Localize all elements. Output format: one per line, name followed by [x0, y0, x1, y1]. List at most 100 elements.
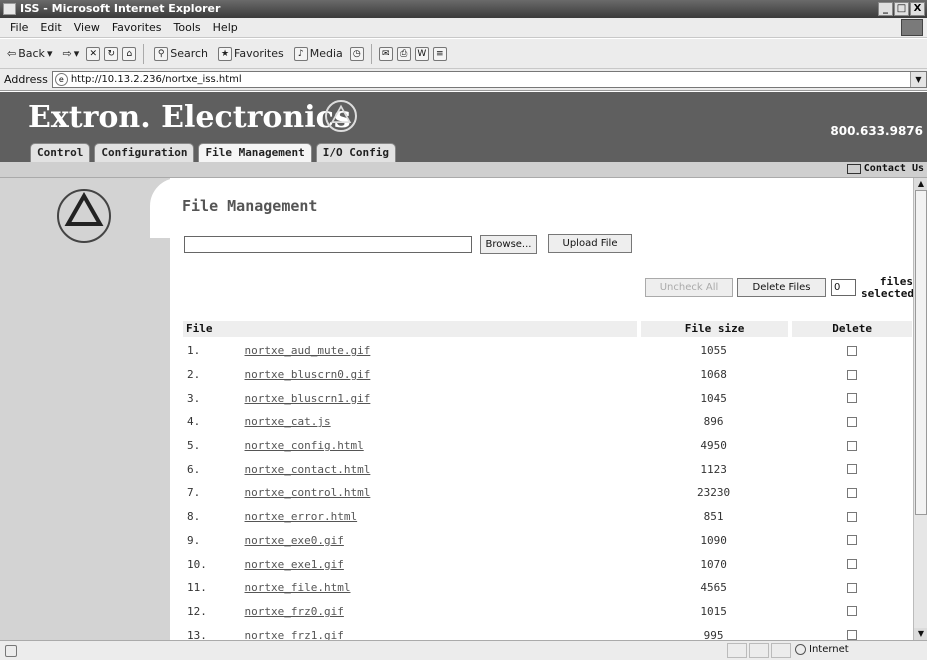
scroll-thumb[interactable] [915, 190, 927, 515]
vertical-scrollbar[interactable]: ▲ ▼ [913, 178, 927, 640]
file-size: 4950 [700, 439, 727, 453]
file-link[interactable]: nortxe_bluscrn0.gif [245, 368, 635, 381]
back-button[interactable]: ⇦ Back ▾ [4, 47, 55, 60]
file-link[interactable]: nortxe_aud_mute.gif [245, 344, 635, 357]
edit-word-icon[interactable]: W [414, 46, 429, 61]
search-button[interactable]: ⚲ Search [151, 46, 211, 61]
minimize-button[interactable]: _ [878, 2, 893, 16]
file-table-header: File File size Delete [183, 321, 913, 337]
file-link[interactable]: nortxe_exe0.gif [245, 534, 635, 547]
main-content: File Management Browse... Upload File Un… [170, 178, 913, 640]
menu-favorites[interactable]: Favorites [106, 21, 168, 34]
scroll-down-icon[interactable]: ▼ [914, 628, 927, 640]
delete-checkbox[interactable] [847, 511, 858, 522]
window-title: ISS - Microsoft Internet Explorer [20, 2, 221, 15]
maximize-button[interactable]: □ [894, 2, 909, 16]
menu-help[interactable]: Help [207, 21, 244, 34]
browse-button[interactable]: Browse... [480, 235, 537, 254]
forward-button[interactable]: ⇨ ▾ [59, 47, 82, 60]
tab-io-config[interactable]: I/O Config [315, 143, 397, 162]
delete-checkbox[interactable] [847, 487, 858, 498]
upload-file-button[interactable]: Upload File [548, 234, 632, 253]
status-cell [771, 643, 791, 658]
delete-checkbox[interactable] [847, 630, 858, 640]
file-size: 4565 [700, 581, 727, 595]
tab-control[interactable]: Control [30, 143, 91, 162]
extron-logo-icon [325, 100, 357, 132]
back-arrow-icon: ⇦ [7, 47, 17, 60]
file-link[interactable]: nortxe_exe1.gif [245, 558, 635, 571]
file-table-body: 1. nortxe_aud_mute.gif 1055 2. nortxe_blusc… [183, 339, 912, 640]
tab-file-management[interactable]: File Management [198, 143, 312, 162]
print-icon[interactable]: ⎙ [396, 46, 411, 61]
delete-checkbox[interactable] [847, 582, 858, 593]
menu-edit[interactable]: Edit [34, 21, 67, 34]
row-number: 9. [187, 533, 201, 547]
dropdown-arrow-icon: ▾ [46, 47, 53, 60]
row-number: 11. [187, 581, 207, 595]
toolbar-separator [143, 43, 145, 64]
delete-files-button[interactable]: Delete Files [737, 278, 826, 297]
delete-checkbox[interactable] [847, 369, 858, 380]
menu-view[interactable]: View [68, 21, 106, 34]
table-row: 11. nortxe_file.html 4565 [183, 576, 912, 600]
table-row: 13. nortxe_frz1.gif 995 [183, 623, 912, 640]
menu-tools[interactable]: Tools [168, 21, 207, 34]
file-link[interactable]: nortxe_file.html [245, 581, 635, 594]
file-size: 1055 [700, 344, 727, 358]
row-number: 3. [187, 391, 201, 405]
delete-checkbox[interactable] [847, 393, 858, 404]
table-row: 3. nortxe_bluscrn1.gif 1045 [183, 386, 912, 410]
file-link[interactable]: nortxe_config.html [245, 439, 635, 452]
delete-checkbox[interactable] [847, 606, 858, 617]
row-number: 1. [187, 344, 201, 358]
files-selected-text: files selected [861, 275, 913, 300]
stop-icon[interactable]: ✕ [86, 46, 101, 61]
chevron-down-icon[interactable]: ▼ [910, 72, 926, 87]
table-row: 1. nortxe_aud_mute.gif 1055 [183, 339, 912, 363]
contact-us-link[interactable]: Contact Us [846, 163, 924, 174]
media-button[interactable]: ♪ Media [291, 46, 346, 61]
file-size: 1070 [700, 557, 727, 571]
delete-checkbox[interactable] [847, 559, 858, 570]
delete-checkbox[interactable] [847, 416, 858, 427]
mail-icon[interactable]: ✉ [378, 46, 393, 61]
file-link[interactable]: nortxe_frz1.gif [245, 629, 635, 640]
file-link[interactable]: nortxe_control.html [245, 486, 635, 499]
file-link[interactable]: nortxe_contact.html [245, 463, 635, 476]
status-bar: Internet [0, 640, 927, 660]
delete-checkbox[interactable] [847, 535, 858, 546]
tab-configuration[interactable]: Configuration [94, 143, 195, 162]
uncheck-all-button[interactable]: Uncheck All [645, 278, 733, 297]
address-label: Address [4, 73, 48, 86]
discuss-icon[interactable]: ≡ [432, 46, 447, 61]
refresh-icon[interactable]: ↻ [104, 46, 119, 61]
home-icon[interactable]: ⌂ [122, 46, 137, 61]
history-icon[interactable]: ◷ [349, 46, 364, 61]
delete-checkbox[interactable] [847, 345, 858, 356]
file-link[interactable]: nortxe_cat.js [245, 415, 635, 428]
file-size: 1090 [700, 533, 727, 547]
file-link[interactable]: nortxe_frz0.gif [245, 605, 635, 618]
phone-number: 800.633.9876 [830, 124, 923, 138]
delete-checkbox[interactable] [847, 464, 858, 475]
file-path-input[interactable] [184, 236, 472, 253]
menu-bar: File Edit View Favorites Tools Help [0, 18, 927, 38]
page-status-icon [5, 645, 17, 657]
nav-tabs: Control Configuration File Management I/… [30, 143, 397, 162]
scroll-up-icon[interactable]: ▲ [914, 178, 927, 190]
delete-checkbox[interactable] [847, 440, 858, 451]
forward-arrow-icon: ⇨ [62, 47, 72, 60]
address-input[interactable]: e http://10.13.2.236/nortxe_iss.html ▼ [51, 71, 927, 88]
close-button[interactable]: X [910, 2, 925, 16]
service-support-solutions-logo [57, 189, 111, 243]
file-link[interactable]: nortxe_bluscrn1.gif [245, 392, 635, 405]
files-selected-label: files selected [861, 276, 913, 300]
file-link[interactable]: nortxe_error.html [245, 510, 635, 523]
favorites-button[interactable]: ★ Favorites [215, 46, 287, 61]
row-number: 10. [187, 557, 207, 571]
window-titlebar: ISS - Microsoft Internet Explorer _ □ X [0, 0, 927, 18]
menu-file[interactable]: File [4, 21, 34, 34]
column-file: File [183, 321, 637, 337]
table-row: 8. nortxe_error.html 851 [183, 505, 912, 529]
